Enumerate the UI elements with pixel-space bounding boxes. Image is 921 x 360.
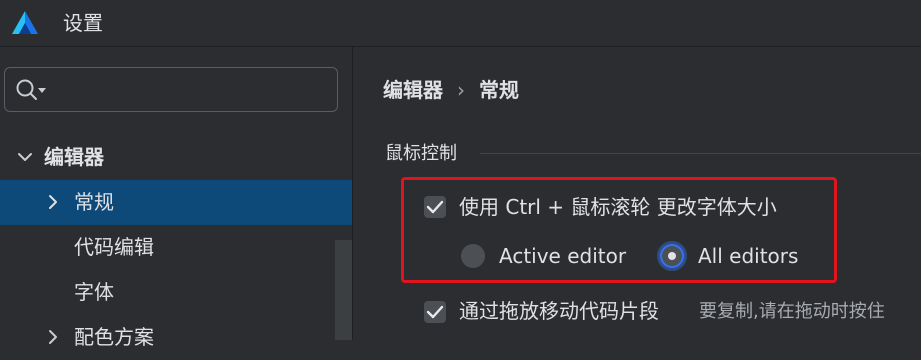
checkmark-icon <box>426 305 444 319</box>
active-editor-label[interactable]: Active editor <box>499 242 626 270</box>
all-editors-radio[interactable] <box>660 244 684 268</box>
chevron-right-icon <box>49 195 57 209</box>
active-editor-radio[interactable] <box>461 244 485 268</box>
breadcrumb-item-editor[interactable]: 编辑器 <box>383 78 443 102</box>
window-title: 设置 <box>63 11 103 35</box>
search-icon <box>16 79 46 100</box>
settings-content: 编辑器 › 常规 鼠标控制 使用 Ctrl + 鼠标滚轮 更改字体大小 Active… <box>352 47 921 340</box>
all-editors-label[interactable]: All editors <box>698 242 798 270</box>
drag-drop-hint: 要复制,请在拖动时按住 <box>699 301 885 322</box>
checkmark-icon <box>426 200 444 214</box>
search-input[interactable] <box>53 76 327 104</box>
app-logo-icon <box>12 11 38 34</box>
tree-item-font[interactable]: 字体 <box>0 270 352 315</box>
ctrl-wheel-label[interactable]: 使用 Ctrl + 鼠标滚轮 更改字体大小 <box>459 193 777 221</box>
ctrl-wheel-checkbox[interactable] <box>424 196 446 218</box>
chevron-right-icon <box>49 330 57 344</box>
tree-item-label: 常规 <box>74 190 114 214</box>
tree-item-label: 配色方案 <box>74 325 154 349</box>
settings-sidebar: 编辑器 常规 代码编辑 字体 配色方案 <box>0 47 352 349</box>
drag-drop-checkbox[interactable] <box>424 301 446 323</box>
tree-item-label: 编辑器 <box>44 145 104 169</box>
tree-item-label: 字体 <box>74 280 114 304</box>
search-box[interactable] <box>4 67 338 112</box>
radio-dot-icon <box>668 252 676 260</box>
tree-item-label: 代码编辑 <box>74 235 154 259</box>
tree-item-general[interactable]: 常规 <box>0 180 352 225</box>
section-title: 鼠标控制 <box>385 143 457 164</box>
breadcrumb-item-general: 常规 <box>479 78 519 102</box>
breadcrumb: 编辑器 › 常规 <box>383 75 519 105</box>
tree-item-editor[interactable]: 编辑器 <box>0 135 352 180</box>
sidebar-scrollbar[interactable] <box>335 240 352 340</box>
breadcrumb-separator-icon: › <box>457 78 465 102</box>
tree-item-code-editing[interactable]: 代码编辑 <box>0 225 352 270</box>
drag-drop-label[interactable]: 通过拖放移动代码片段 <box>459 297 659 325</box>
chevron-down-icon <box>18 153 32 161</box>
section-divider <box>480 153 921 154</box>
tree-item-color-scheme[interactable]: 配色方案 <box>0 315 352 360</box>
title-bar: 设置 <box>0 0 921 47</box>
